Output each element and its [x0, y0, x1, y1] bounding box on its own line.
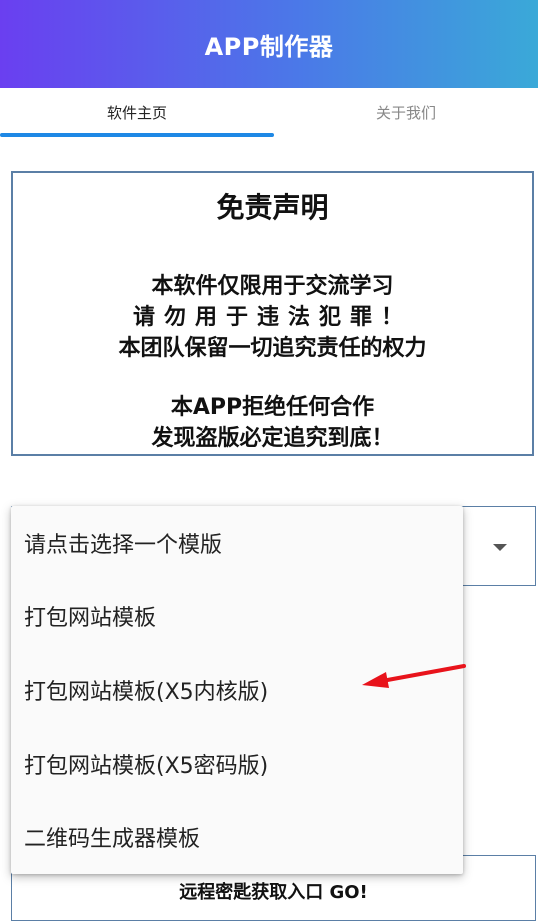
tab-about[interactable]: 关于我们	[274, 88, 538, 136]
disclaimer-line-2: 请勿用于违法犯罪！	[132, 305, 412, 330]
dropdown-arrow-icon[interactable]	[493, 544, 507, 551]
template-dropdown-menu: 请点击选择一个模版 打包网站模板 打包网站模板(X5内核版) 打包网站模板(X5…	[11, 506, 463, 874]
disclaimer-title: 免责声明	[216, 191, 329, 224]
app-bar: APP制作器	[0, 0, 538, 88]
menu-item-website-template-x5-password[interactable]: 打包网站模板(X5密码版)	[11, 727, 463, 801]
tab-bar: 软件主页 关于我们	[0, 88, 538, 138]
menu-item-qrcode-template[interactable]: 二维码生成器模板	[11, 800, 463, 874]
disclaimer-box: 免责声明 本软件仅限用于交流学习 请勿用于违法犯罪！ 本团队保留一切追究责任的权…	[11, 171, 534, 456]
disclaimer-line-1: 本软件仅限用于交流学习	[151, 274, 394, 299]
app-title: APP制作器	[204, 32, 334, 61]
disclaimer-line-4: 本APP拒绝任何合作	[170, 395, 375, 420]
menu-item-select-prompt[interactable]: 请点击选择一个模版	[11, 506, 463, 580]
tab-home[interactable]: 软件主页	[0, 88, 274, 136]
go-button-label: 远程密匙获取入口 GO!	[179, 882, 368, 903]
menu-item-website-template[interactable]: 打包网站模板	[11, 580, 463, 654]
red-arrow-annotation-icon	[362, 664, 466, 688]
disclaimer-line-5: 发现盗版必定追究到底！	[151, 426, 394, 451]
disclaimer-line-3: 本团队保留一切追究责任的权力	[118, 336, 427, 361]
tab-indicator	[0, 133, 274, 137]
